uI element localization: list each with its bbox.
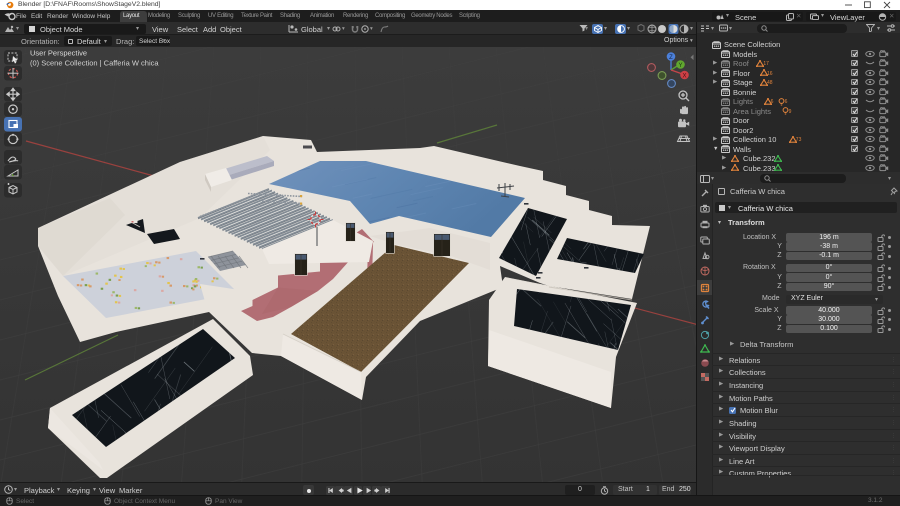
svg-text:Z: Z — [669, 55, 673, 61]
svg-text:X: X — [682, 74, 686, 80]
svg-text:(0) Scene Collection | Cafferi: (0) Scene Collection | Cafferia W chica — [30, 59, 159, 68]
svg-text:User Perspective: User Perspective — [30, 49, 87, 58]
svg-text:Y: Y — [678, 63, 682, 69]
